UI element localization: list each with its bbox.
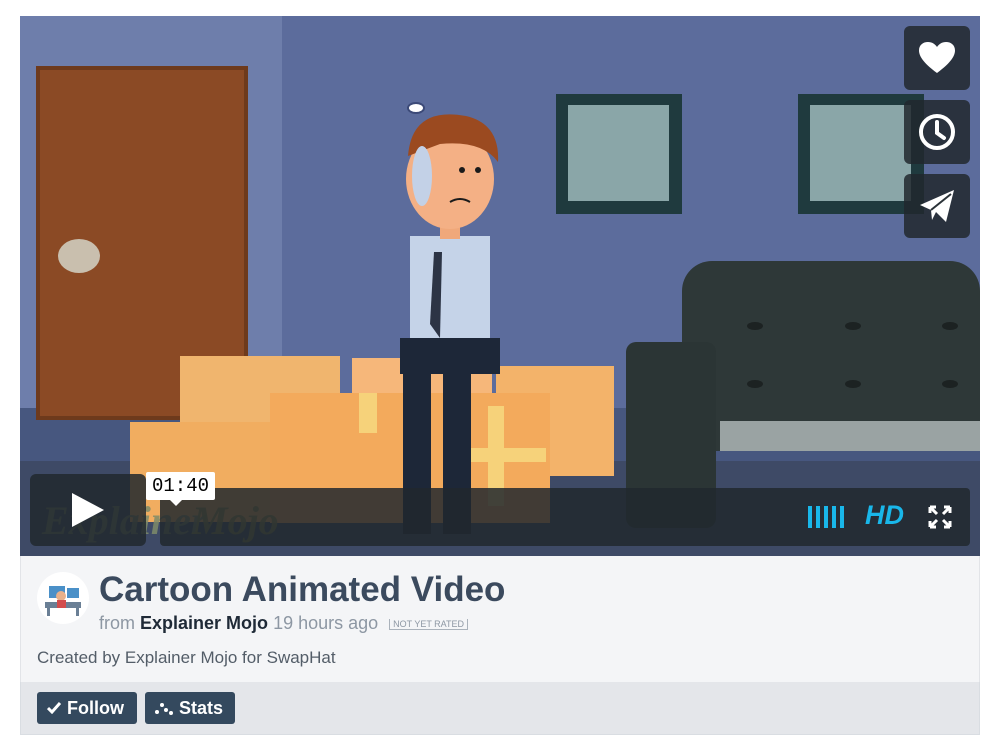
- from-label: from: [99, 613, 135, 633]
- follow-button[interactable]: Follow: [37, 692, 137, 724]
- play-button[interactable]: [30, 474, 146, 546]
- volume-bar: [824, 506, 828, 528]
- play-icon: [72, 493, 104, 527]
- stats-button[interactable]: Stats: [145, 692, 235, 724]
- fullscreen-button[interactable]: [928, 505, 952, 534]
- video-title[interactable]: Cartoon Animated Video: [99, 570, 505, 610]
- video-player[interactable]: Explainer Mojo HD: [20, 16, 980, 556]
- rating-badge[interactable]: NOT YET RATED: [389, 618, 469, 630]
- byline: from Explainer Mojo 19 hours ago NOT YET…: [99, 613, 469, 634]
- volume-bar: [808, 506, 812, 528]
- volume-control[interactable]: [808, 506, 844, 528]
- volume-bar: [832, 506, 836, 528]
- watch-later-button[interactable]: [904, 100, 970, 164]
- avatar[interactable]: [37, 572, 89, 624]
- time-ago: 19 hours ago: [273, 613, 379, 633]
- video-description: Created by Explainer Mojo for SwapHat: [37, 648, 336, 667]
- stats-icon: [155, 701, 173, 715]
- fullscreen-icon: [928, 505, 952, 529]
- action-bar: Follow Stats: [20, 682, 980, 735]
- clock-icon: [919, 114, 955, 150]
- volume-bar: [840, 506, 844, 528]
- like-button[interactable]: [904, 26, 970, 90]
- volume-bar: [816, 506, 820, 528]
- follow-label: Follow: [67, 697, 124, 718]
- stats-label: Stats: [179, 697, 224, 718]
- author-link[interactable]: Explainer Mojo: [140, 613, 268, 633]
- paper-plane-icon: [920, 190, 954, 222]
- control-bar: HD: [160, 488, 970, 546]
- share-button[interactable]: [904, 174, 970, 238]
- avatar-image: [45, 586, 81, 616]
- check-icon: [47, 702, 61, 714]
- progress-bar[interactable]: [160, 488, 720, 546]
- heart-icon: [919, 42, 955, 73]
- video-info: Cartoon Animated Video from Explainer Mo…: [20, 556, 980, 682]
- time-tooltip: 01:40: [146, 472, 216, 506]
- hd-toggle[interactable]: HD: [865, 500, 904, 531]
